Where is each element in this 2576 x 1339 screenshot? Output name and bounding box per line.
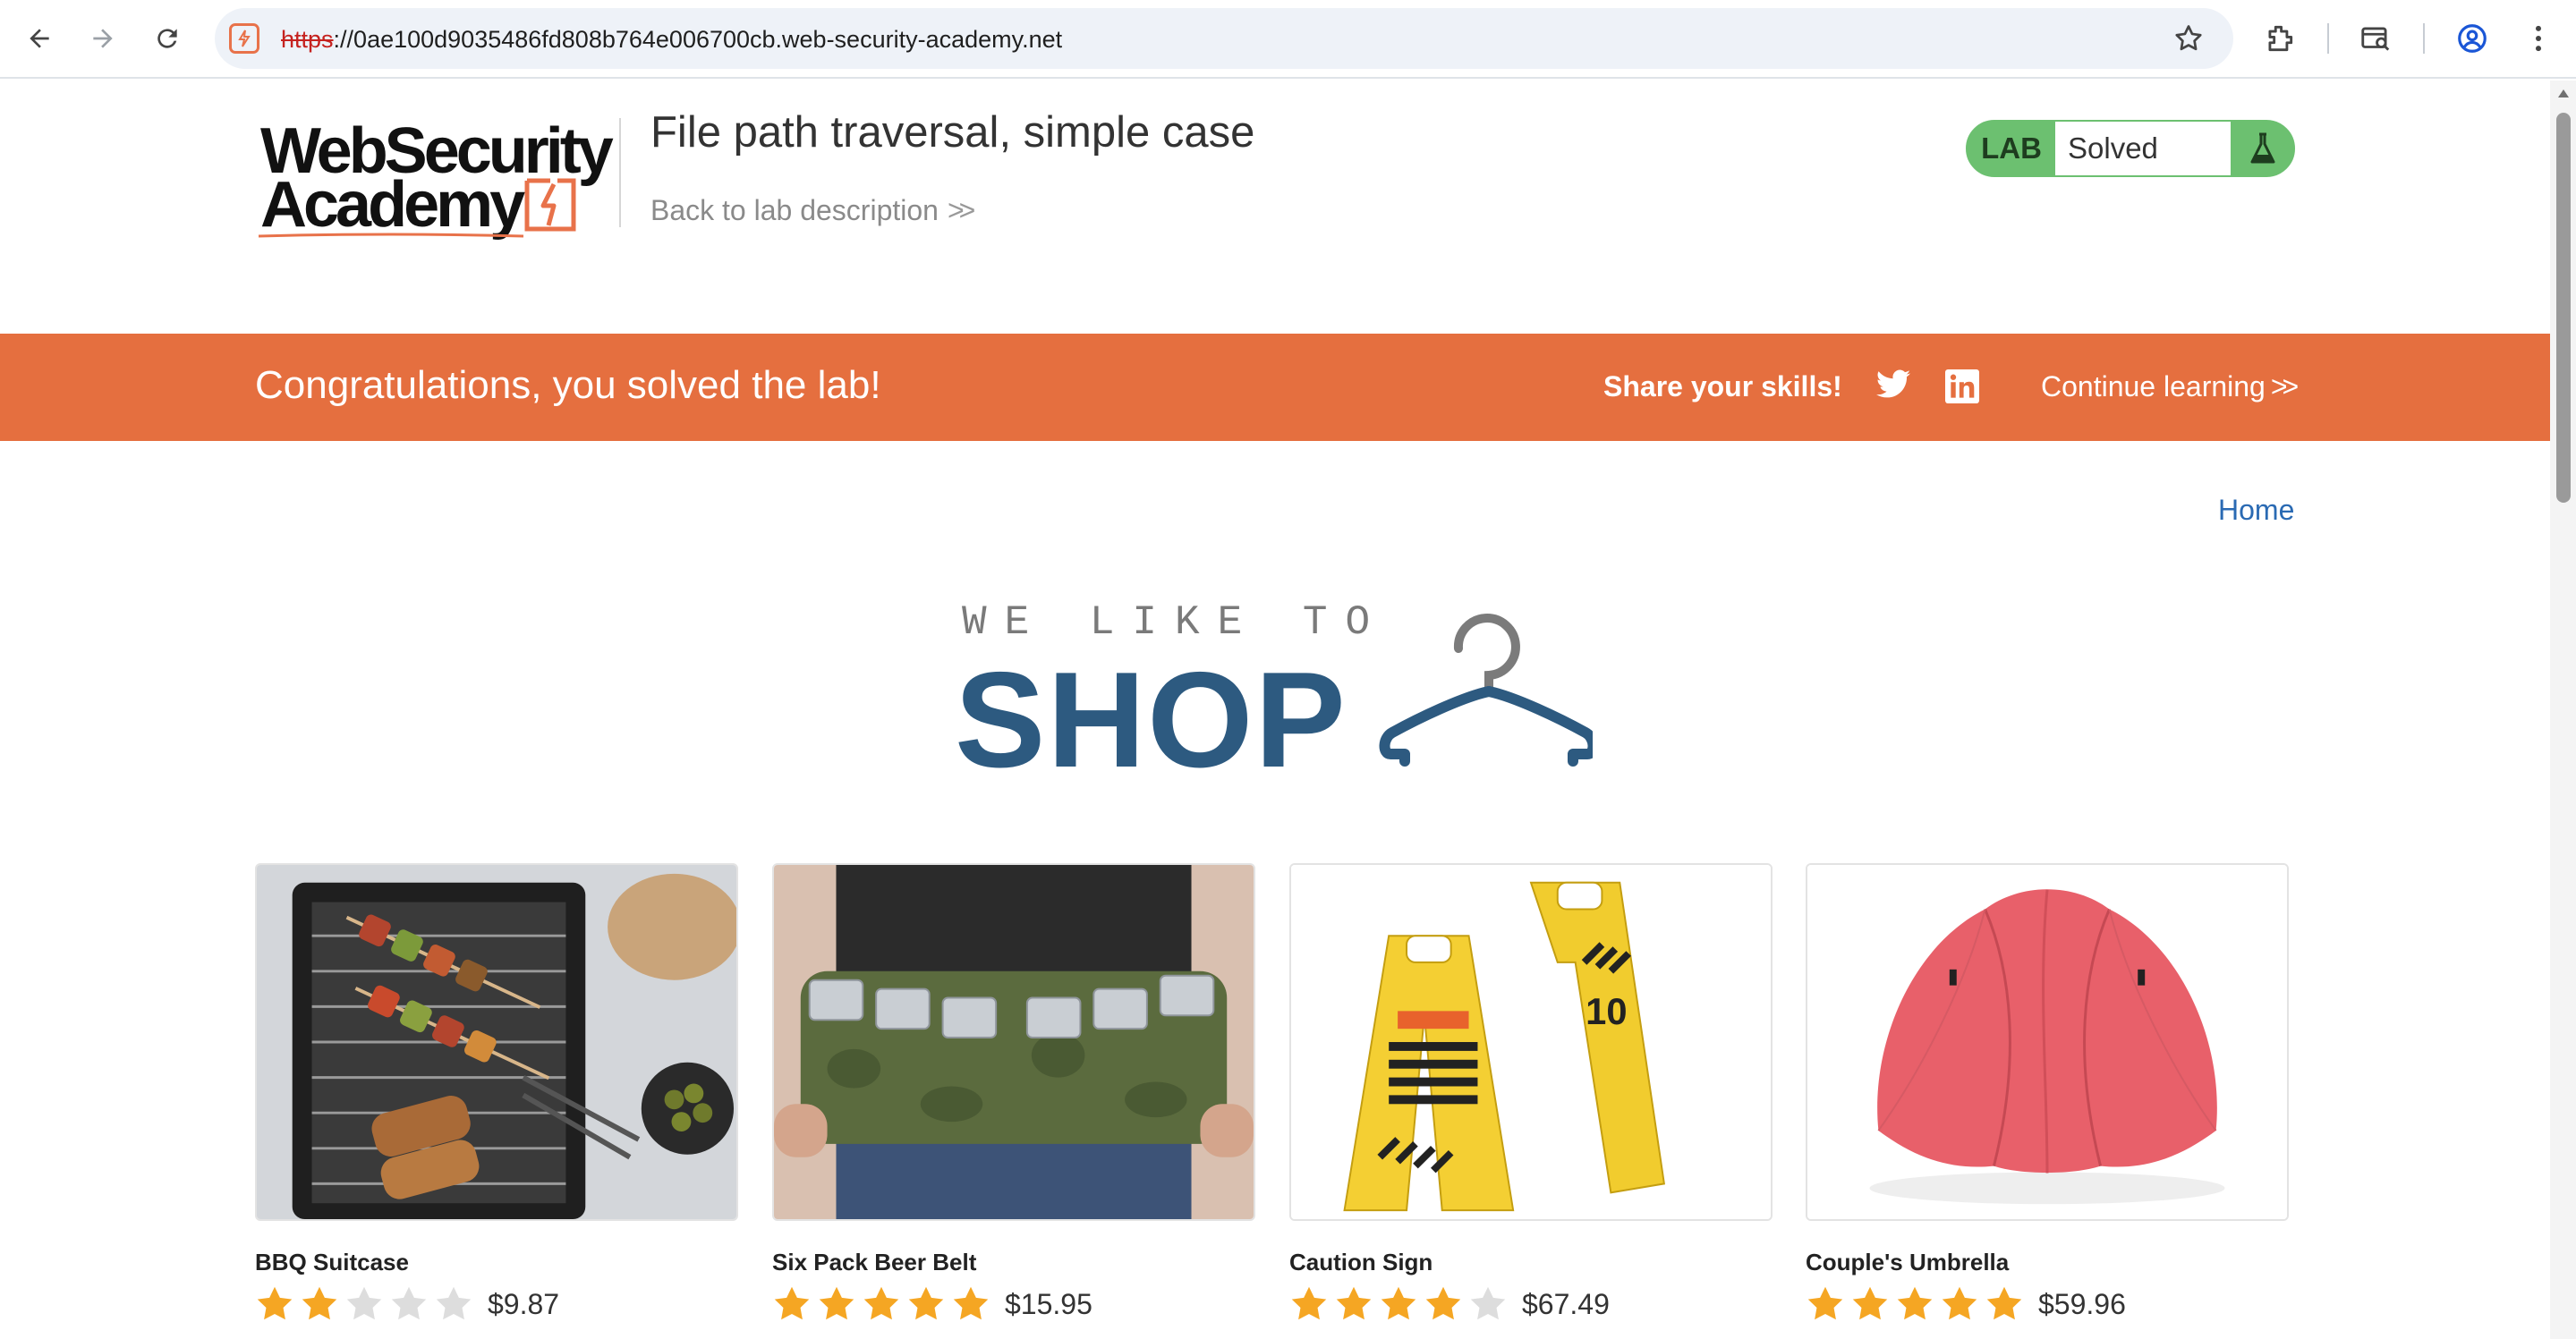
home-link[interactable]: Home: [2218, 494, 2294, 527]
logo-underline: [258, 233, 524, 238]
product-price: $9.87: [488, 1287, 560, 1320]
lab-badge: LAB: [1981, 131, 2042, 165]
product-price: $59.96: [2038, 1287, 2126, 1320]
product-card[interactable]: 10 Caution Sign $67.49: [1289, 863, 1773, 1324]
star-filled-icon: [1986, 1286, 2022, 1320]
tab-search-icon[interactable]: [2355, 18, 2396, 59]
product-meta: $15.95: [772, 1284, 1255, 1324]
clothes-hanger-icon: [1379, 614, 1593, 767]
product-price: $15.95: [1005, 1287, 1092, 1320]
star-filled-icon: [1381, 1286, 1416, 1320]
profile-avatar-icon[interactable]: [2452, 18, 2493, 59]
shop-tagline: WE LIKE TO: [962, 599, 1389, 646]
rating-stars: [255, 1284, 479, 1324]
toolbar-divider: [2327, 23, 2329, 54]
back-to-lab-description-link[interactable]: Back to lab description >>: [650, 194, 975, 227]
extensions-puzzle-icon[interactable]: [2259, 18, 2300, 59]
product-price: $67.49: [1522, 1287, 1610, 1320]
lab-status-text: Solved: [2055, 122, 2231, 175]
product-meta: $9.87: [255, 1284, 738, 1324]
star-filled-icon: [1852, 1286, 1888, 1320]
star-filled-icon: [1807, 1286, 1843, 1320]
product-name: Caution Sign: [1289, 1249, 1433, 1275]
product-meta: $67.49: [1289, 1284, 1773, 1324]
star-filled-icon: [774, 1286, 810, 1320]
scroll-up-arrow-icon[interactable]: [2558, 89, 2569, 97]
twitter-icon[interactable]: [1875, 369, 1912, 403]
product-card[interactable]: BBQ Suitcase $9.87: [255, 863, 738, 1324]
lab-status-widget: LAB Solved: [1966, 120, 2295, 177]
product-meta: $59.96: [1806, 1284, 2289, 1324]
logo-lightning-icon: [524, 178, 576, 232]
continue-learning-link[interactable]: Continue learning >>: [2041, 370, 2299, 403]
rating-stars: [772, 1284, 996, 1324]
product-name: Couple's Umbrella: [1806, 1249, 2010, 1275]
lab-title: File path traversal, simple case: [650, 108, 1255, 157]
bookmark-star-icon[interactable]: [2172, 22, 2205, 55]
browser-menu-kebab-icon[interactable]: [2518, 18, 2559, 59]
product-name: Six Pack Beer Belt: [772, 1249, 977, 1275]
back-arrow-icon[interactable]: [17, 16, 62, 61]
star-filled-icon: [1942, 1286, 1977, 1320]
double-chevron-right-icon: >>: [2270, 370, 2299, 403]
congratulations-banner: Congratulations, you solved the lab! Sha…: [0, 334, 2550, 441]
star-empty-icon: [346, 1286, 382, 1320]
product-image-caution-sign[interactable]: 10: [1289, 863, 1773, 1221]
browser-toolbar: https://0ae100d9035486fd808b764e006700cb…: [0, 0, 2576, 79]
url-host: ://0ae100d9035486fd808b764e006700cb.web-…: [333, 26, 1063, 53]
url-scheme: https: [281, 26, 334, 53]
address-bar[interactable]: https://0ae100d9035486fd808b764e006700cb…: [215, 8, 2233, 69]
svg-text:10: 10: [1586, 990, 1627, 1032]
forward-arrow-icon[interactable]: [81, 16, 125, 61]
share-skills-label: Share your skills!: [1603, 370, 1842, 403]
star-empty-icon: [436, 1286, 472, 1320]
star-filled-icon: [1425, 1286, 1461, 1320]
product-image-couples-umbrella[interactable]: [1806, 863, 2289, 1221]
rating-stars: [1806, 1284, 2029, 1324]
continue-learning-label: Continue learning: [2041, 370, 2266, 403]
star-filled-icon: [302, 1286, 337, 1320]
scrollbar-thumb[interactable]: [2556, 113, 2571, 503]
star-filled-icon: [1291, 1286, 1327, 1320]
star-filled-icon: [819, 1286, 854, 1320]
page-scrollbar[interactable]: [2550, 81, 2576, 1339]
reload-icon[interactable]: [145, 16, 190, 61]
toolbar-divider: [2423, 23, 2425, 54]
double-chevron-right-icon: >>: [947, 194, 975, 226]
star-filled-icon: [953, 1286, 989, 1320]
congratulations-message: Congratulations, you solved the lab!: [255, 363, 881, 407]
product-image-bbq-suitcase[interactable]: [255, 863, 738, 1221]
rating-stars: [1289, 1284, 1513, 1324]
star-filled-icon: [908, 1286, 944, 1320]
product-image-six-pack-beer-belt[interactable]: [772, 863, 1255, 1221]
url-text[interactable]: https://0ae100d9035486fd808b764e006700cb…: [281, 26, 1062, 54]
star-empty-icon: [391, 1286, 427, 1320]
star-filled-icon: [1897, 1286, 1933, 1320]
shop-title: SHOP: [955, 644, 1348, 796]
site-favicon-icon: [229, 23, 259, 54]
product-card[interactable]: Six Pack Beer Belt $15.95: [772, 863, 1255, 1324]
linkedin-icon[interactable]: [1945, 369, 1979, 403]
product-name: BBQ Suitcase: [255, 1249, 409, 1275]
star-filled-icon: [1336, 1286, 1372, 1320]
academy-header: WebSecurity Academy File path traversal,…: [0, 81, 2550, 334]
star-filled-icon: [863, 1286, 899, 1320]
star-empty-icon: [1470, 1286, 1506, 1320]
page-content: WebSecurity Academy File path traversal,…: [0, 81, 2550, 1339]
star-filled-icon: [257, 1286, 293, 1320]
product-card[interactable]: Couple's Umbrella $59.96: [1806, 863, 2289, 1324]
header-divider: [619, 118, 621, 227]
web-security-academy-logo[interactable]: WebSecurity Academy: [257, 114, 615, 241]
back-link-label: Back to lab description: [650, 194, 939, 226]
flask-icon: [2231, 122, 2293, 175]
